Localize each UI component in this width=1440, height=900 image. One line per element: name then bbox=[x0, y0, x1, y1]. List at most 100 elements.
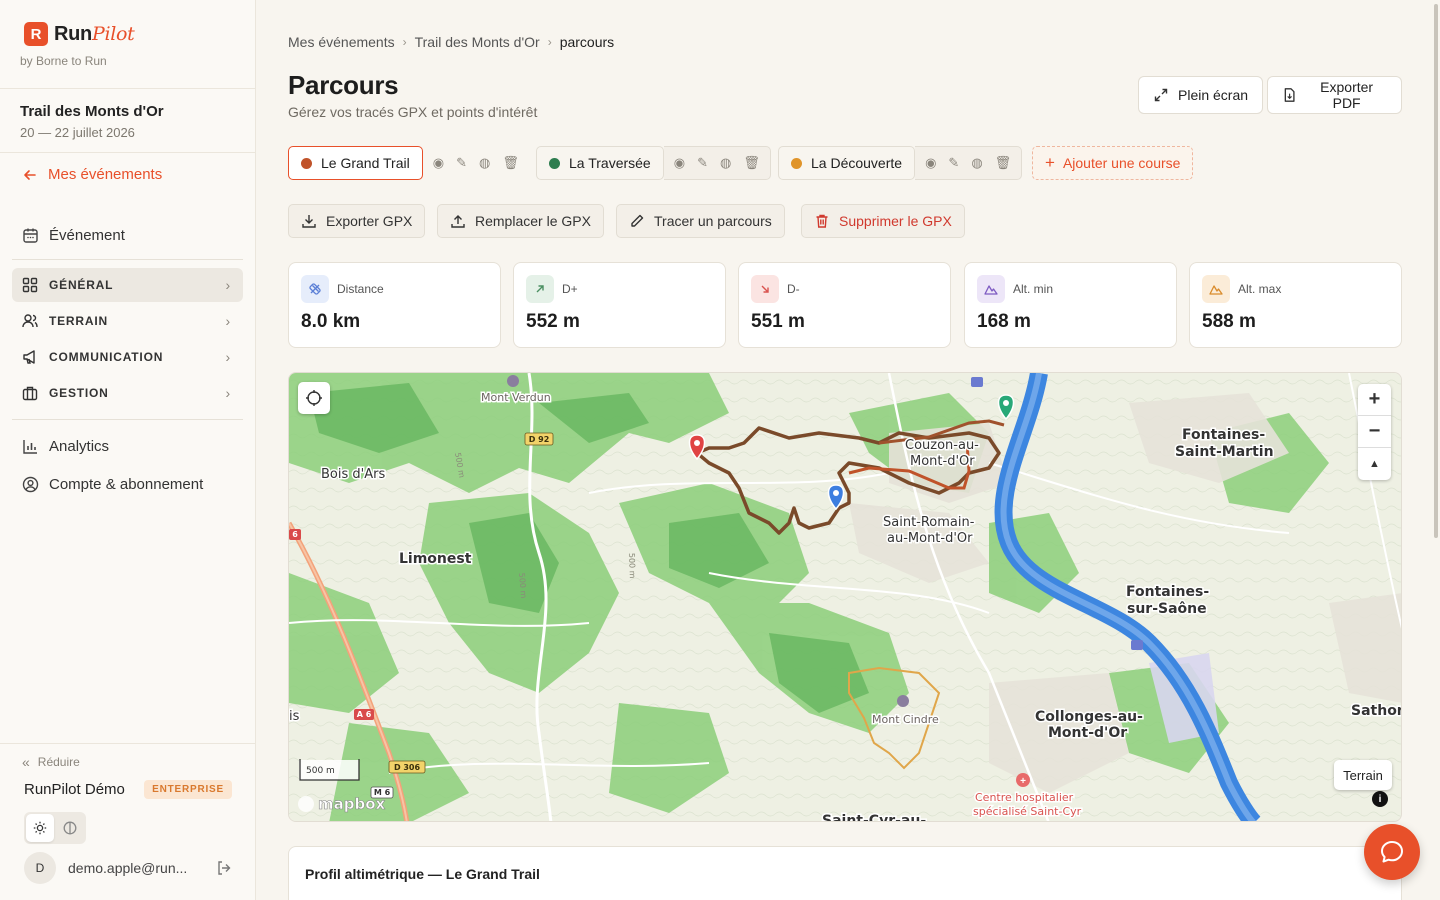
logout-icon[interactable] bbox=[216, 860, 232, 876]
course-color-dot bbox=[301, 157, 312, 169]
export-pdf-label: Exporter PDF bbox=[1320, 79, 1374, 111]
palette-icon[interactable]: ◍ bbox=[479, 155, 490, 171]
arrow-left-icon bbox=[24, 169, 36, 180]
collapse-sidebar-button[interactable]: « Réduire bbox=[22, 754, 80, 770]
course-color-dot bbox=[791, 157, 802, 169]
compass-icon: ▲ bbox=[1369, 458, 1380, 470]
back-to-events-link[interactable]: Mes événements bbox=[22, 166, 162, 183]
map-canvas[interactable]: + D 92 A 6 6 D 306 M 6 500 m 500 m 500 m… bbox=[289, 373, 1402, 822]
course-name: Le Grand Trail bbox=[321, 155, 410, 171]
current-event[interactable]: Trail des Monts d'Or 20 — 22 juillet 202… bbox=[0, 89, 255, 153]
place-label: Centre hospitalier bbox=[975, 791, 1074, 804]
light-theme-button[interactable] bbox=[26, 814, 54, 842]
pencil-icon[interactable]: ✎ bbox=[456, 155, 467, 171]
sidebar-section-gestion[interactable]: GESTION › bbox=[12, 376, 243, 410]
sidebar-item-analytics[interactable]: Analytics bbox=[12, 432, 243, 460]
eye-icon[interactable]: ◉ bbox=[674, 155, 685, 171]
sidebar-item-event-label: Événement bbox=[49, 226, 125, 244]
main-content: Mes événements › Trail des Monts d'Or › … bbox=[288, 0, 1402, 900]
info-icon[interactable]: i bbox=[1372, 791, 1388, 807]
peak-icon bbox=[507, 375, 519, 387]
transit-icon bbox=[971, 377, 983, 387]
place-label: Bois d'Ars bbox=[321, 467, 385, 482]
trash-icon[interactable]: 🗑 bbox=[995, 155, 1012, 171]
eye-icon[interactable]: ◉ bbox=[433, 155, 444, 171]
place-label: Limonest bbox=[399, 551, 472, 567]
export-gpx-button[interactable]: Exporter GPX bbox=[288, 204, 426, 238]
geolocate-button[interactable] bbox=[298, 382, 330, 414]
trash-icon[interactable]: 🗑 bbox=[502, 155, 519, 171]
road-shield-d306: D 306 bbox=[388, 760, 426, 774]
place-label: Mont-d'Or bbox=[1048, 725, 1127, 741]
sidebar-item-analytics-label: Analytics bbox=[49, 437, 110, 455]
compass-button[interactable]: ▲ bbox=[1358, 448, 1391, 480]
stat-alt-max: Alt. max 588 m bbox=[1189, 262, 1402, 348]
brand-logo-row[interactable]: R RunPilot bbox=[24, 22, 235, 46]
ruler-icon bbox=[301, 275, 329, 303]
palette-icon[interactable]: ◍ bbox=[720, 155, 731, 171]
zoom-out-button[interactable]: − bbox=[1358, 416, 1391, 448]
pencil-icon[interactable]: ✎ bbox=[697, 155, 708, 171]
chat-button[interactable] bbox=[1364, 824, 1420, 880]
back-link-label: Mes événements bbox=[48, 166, 163, 183]
place-label: Couzon-au- bbox=[905, 438, 979, 453]
arrow-up-right-icon bbox=[526, 275, 554, 303]
user-profile[interactable]: D demo.apple@run... bbox=[24, 852, 232, 884]
organization[interactable]: RunPilot Démo ENTERPRISE bbox=[24, 780, 232, 799]
route-map[interactable]: + D 92 A 6 6 D 306 M 6 500 m 500 m 500 m… bbox=[288, 372, 1402, 822]
add-course-button[interactable]: + Ajouter une course bbox=[1032, 146, 1194, 180]
draw-route-label: Tracer un parcours bbox=[654, 213, 772, 229]
elevation-profile-card: Profil altimétrique — Le Grand Trail bbox=[288, 846, 1402, 900]
user-email: demo.apple@run... bbox=[68, 860, 188, 876]
sidebar-section-general[interactable]: GÉNÉRAL › bbox=[12, 268, 243, 302]
sidebar-section-terrain[interactable]: TERRAIN › bbox=[12, 304, 243, 338]
pencil-icon[interactable]: ✎ bbox=[948, 155, 959, 171]
megaphone-icon bbox=[23, 350, 35, 364]
avatar: D bbox=[24, 852, 56, 884]
sidebar-section-communication[interactable]: COMMUNICATION › bbox=[12, 340, 243, 374]
place-label: Fontaines- bbox=[1182, 427, 1265, 443]
breadcrumb-item-event[interactable]: Trail des Monts d'Or bbox=[415, 34, 540, 50]
contour-label: 500 m bbox=[627, 553, 637, 579]
eye-icon[interactable]: ◉ bbox=[925, 155, 936, 171]
course-la-decouverte: La Découverte ◉ ✎ ◍ 🗑 bbox=[778, 146, 1023, 180]
chevron-right-icon: › bbox=[402, 35, 407, 49]
place-label: spécialisé Saint-Cyr bbox=[973, 805, 1082, 818]
sidebar-footer: « Réduire RunPilot Démo ENTERPRISE D dem… bbox=[0, 743, 255, 900]
course-tab[interactable]: La Traversée bbox=[536, 146, 664, 180]
replace-gpx-button[interactable]: Remplacer le GPX bbox=[437, 204, 604, 238]
course-le-grand-trail: Le Grand Trail ◉ ✎ ◍ 🗑 bbox=[288, 146, 529, 180]
breadcrumb: Mes événements › Trail des Monts d'Or › … bbox=[288, 34, 614, 50]
hospital-cross-icon: + bbox=[1020, 776, 1026, 787]
theme-toggle bbox=[24, 812, 86, 844]
trash-icon[interactable]: 🗑 bbox=[743, 155, 760, 171]
course-tab[interactable]: La Découverte bbox=[778, 146, 916, 180]
system-theme-button[interactable] bbox=[56, 814, 84, 842]
road-shield-label: A 6 bbox=[357, 710, 372, 719]
palette-icon[interactable]: ◍ bbox=[971, 155, 982, 171]
chevrons-left-icon: « bbox=[22, 754, 30, 770]
sidebar-item-account-label: Compte & abonnement bbox=[49, 475, 204, 493]
course-tab[interactable]: Le Grand Trail bbox=[288, 146, 423, 180]
place-label: Saint-Cyr-au- bbox=[822, 813, 926, 822]
chat-bubble-icon bbox=[1381, 841, 1403, 863]
sidebar-item-account[interactable]: Compte & abonnement bbox=[12, 470, 243, 498]
stat-label: Alt. min bbox=[1013, 282, 1054, 296]
map-scale: 500 m bbox=[299, 759, 360, 781]
stat-value: 551 m bbox=[751, 311, 805, 332]
road-shield-d92: D 92 bbox=[524, 432, 554, 446]
map-style-button[interactable]: Terrain bbox=[1334, 760, 1392, 790]
transit-icon bbox=[1131, 640, 1143, 650]
page-scrollbar[interactable] bbox=[1434, 4, 1438, 538]
contrast-icon bbox=[63, 821, 77, 835]
export-pdf-button[interactable]: Exporter PDF bbox=[1267, 76, 1402, 114]
course-tools: ◉ ✎ ◍ 🗑 bbox=[663, 146, 771, 180]
breadcrumb-item-events[interactable]: Mes événements bbox=[288, 34, 395, 50]
sidebar-divider bbox=[12, 419, 243, 420]
zoom-in-button[interactable]: + bbox=[1358, 384, 1391, 416]
place-label: Collonges-au- bbox=[1035, 709, 1143, 725]
fullscreen-button[interactable]: Plein écran bbox=[1138, 76, 1264, 114]
delete-gpx-button[interactable]: Supprimer le GPX bbox=[801, 204, 965, 238]
sidebar-item-event[interactable]: Événement bbox=[12, 222, 243, 248]
draw-route-button[interactable]: Tracer un parcours bbox=[616, 204, 785, 238]
